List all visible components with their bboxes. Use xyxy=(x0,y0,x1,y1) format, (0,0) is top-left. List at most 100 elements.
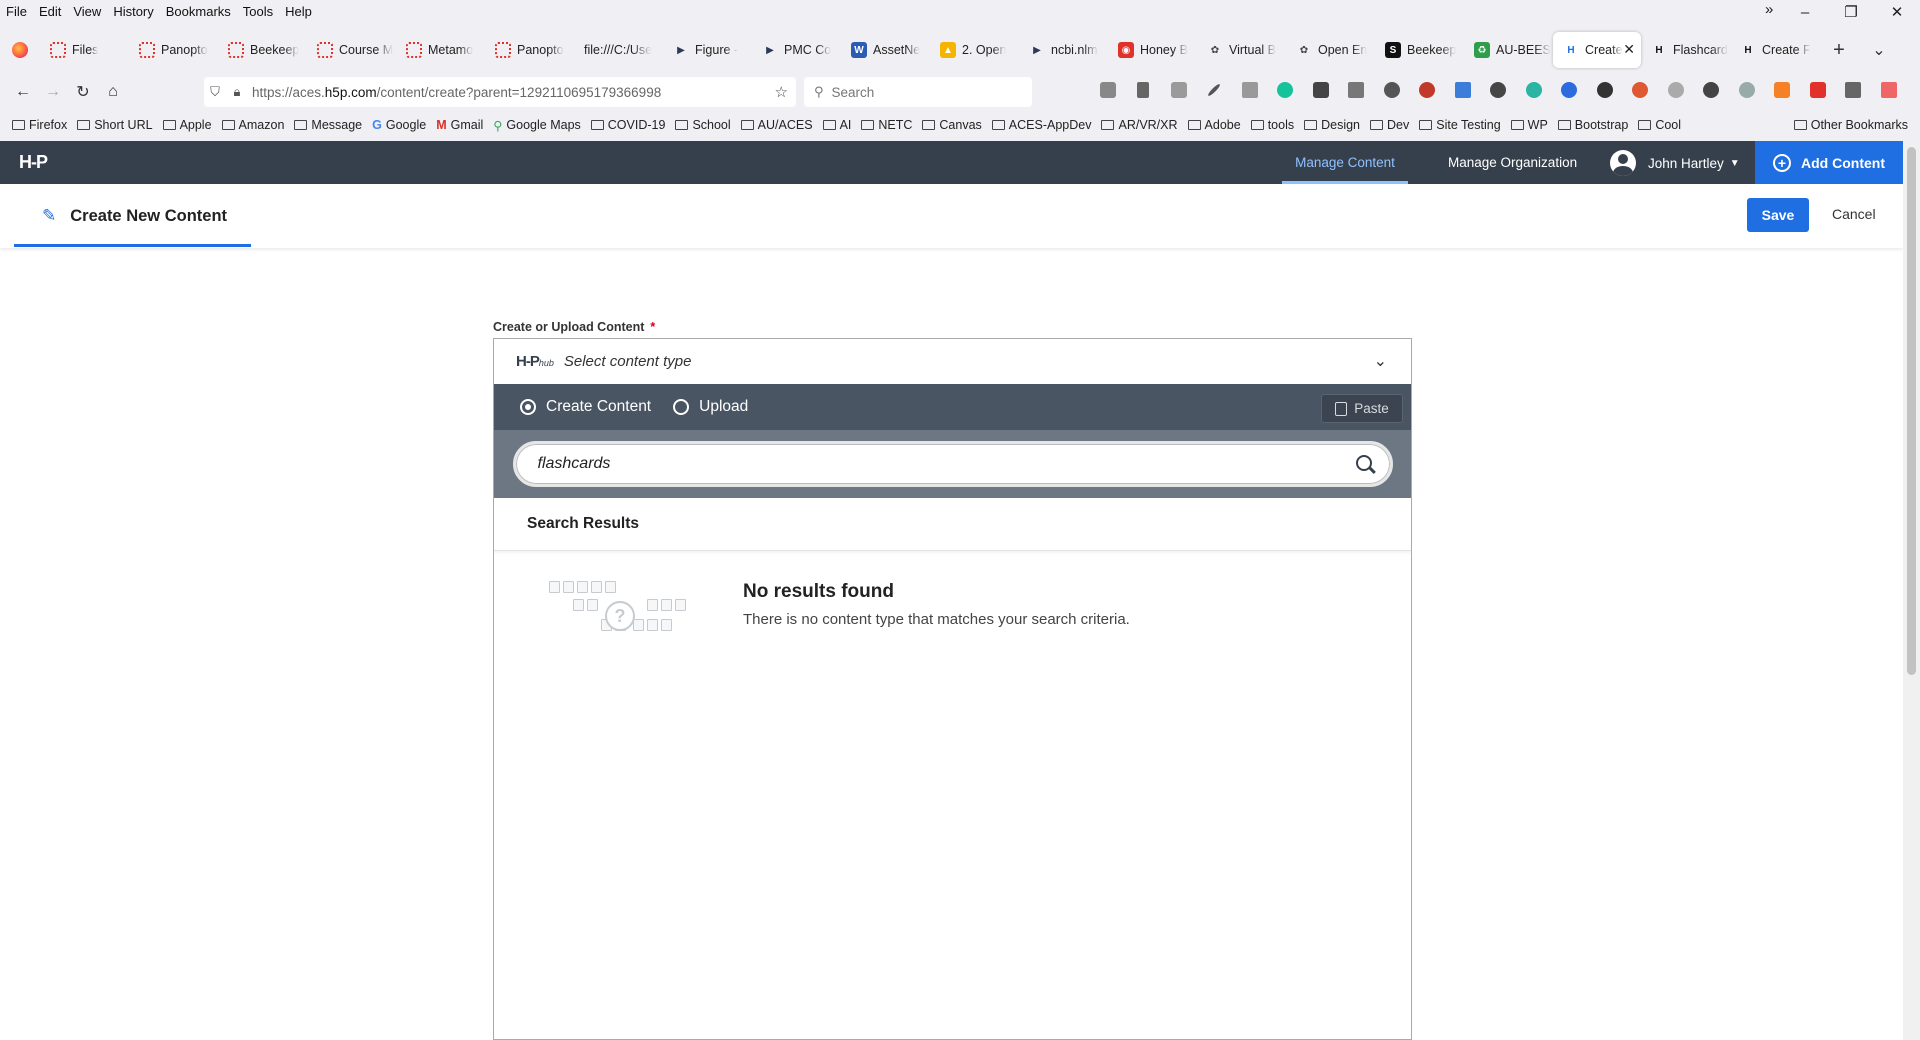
duckduckgo-icon[interactable] xyxy=(1623,82,1659,98)
bookmark-star-icon[interactable]: ☆ xyxy=(775,83,788,101)
forward-icon[interactable]: → xyxy=(38,83,68,101)
leaf-icon[interactable] xyxy=(1516,82,1552,98)
z-icon[interactable] xyxy=(1552,82,1588,98)
tab-1[interactable]: Panopto xyxy=(129,32,218,68)
minimize-icon[interactable]: – xyxy=(1782,0,1828,26)
tab-8[interactable]: ▶ PMC Co xyxy=(752,32,841,68)
h5p-logo[interactable]: H-P xyxy=(19,152,48,173)
reader-icon[interactable] xyxy=(1339,82,1375,98)
nav-manage-content[interactable]: Manage Content xyxy=(1282,141,1408,184)
orange-icon[interactable] xyxy=(1765,82,1801,98)
tab-12[interactable]: ◉ Honey B xyxy=(1108,32,1197,68)
bookmark-adobe[interactable]: Adobe xyxy=(1187,118,1241,132)
back-icon[interactable]: ← xyxy=(8,83,38,101)
list-tabs-icon[interactable]: ⌄ xyxy=(1859,40,1899,60)
bookmark-google-maps[interactable]: ⚲ Google Maps xyxy=(493,118,581,133)
bookmark-tools[interactable]: tools xyxy=(1250,118,1294,132)
puzzle-icon[interactable] xyxy=(1836,82,1872,98)
tab-0[interactable]: Files xyxy=(40,32,129,68)
bookmark-short-url[interactable]: Short URL xyxy=(77,118,153,132)
reload-icon[interactable]: ↻ xyxy=(68,82,98,102)
chevron-down-icon[interactable]: ⌄ xyxy=(1374,351,1387,371)
bookmark-dev[interactable]: Dev xyxy=(1370,118,1409,132)
bookmark-firefox[interactable]: Firefox xyxy=(12,118,67,132)
close-tab-icon[interactable]: ✕ xyxy=(1623,41,1635,58)
bookmark-message[interactable]: Message xyxy=(294,118,362,132)
paste-button[interactable]: Paste xyxy=(1321,394,1403,423)
tab-4[interactable]: Metamo xyxy=(396,32,485,68)
bookmark-cool[interactable]: Cool xyxy=(1638,118,1681,132)
grammarly-icon[interactable] xyxy=(1268,82,1304,98)
add-content-button[interactable]: + Add Content xyxy=(1755,141,1903,184)
restore-icon[interactable]: ❐ xyxy=(1828,0,1874,26)
menu-item-history[interactable]: History xyxy=(113,4,153,19)
scrollbar-thumb[interactable] xyxy=(1907,147,1916,675)
lock-icon[interactable]: 🔒︎ xyxy=(226,84,248,100)
bookmark-aces-appdev[interactable]: ACES-AppDev xyxy=(991,118,1091,132)
tab-18[interactable]: H Flashcard xyxy=(1641,32,1730,68)
extension-icon[interactable] xyxy=(1161,82,1197,98)
bookmarks-overflow-icon[interactable]: » xyxy=(1765,1,1773,18)
tab-3[interactable]: Course M xyxy=(307,32,396,68)
bookmark-ar-vr-xr[interactable]: AR/VR/XR xyxy=(1101,118,1178,132)
other-bookmarks[interactable]: Other Bookmarks xyxy=(1793,114,1908,136)
pill-icon[interactable] xyxy=(1729,82,1765,98)
wordpress-icon[interactable] xyxy=(1481,82,1517,98)
bookmark-ai[interactable]: AI xyxy=(822,118,851,132)
bookmark-au-aces[interactable]: AU/ACES xyxy=(740,118,813,132)
url-bar[interactable]: ⛉ 🔒︎ https://aces. h5p.com/content/create… xyxy=(204,77,796,107)
pocket-icon[interactable] xyxy=(1090,82,1126,98)
tab-15[interactable]: S Beekeep xyxy=(1375,32,1464,68)
bookmark-wp[interactable]: WP xyxy=(1510,118,1548,132)
menu-item-view[interactable]: View xyxy=(73,4,101,19)
home-icon[interactable]: ⌂ xyxy=(98,83,128,101)
triangle-icon[interactable] xyxy=(1445,82,1481,98)
search-icon[interactable] xyxy=(1355,455,1372,471)
bookmark-bootstrap[interactable]: Bootstrap xyxy=(1557,118,1628,132)
tab-17[interactable]: H Create ✕ xyxy=(1553,32,1641,68)
content-type-selector[interactable]: H-Phub Select content type ⌄ xyxy=(494,339,1411,384)
people-icon[interactable] xyxy=(1694,82,1730,98)
j-icon[interactable] xyxy=(1587,82,1623,98)
radio-create-content[interactable]: Create Content xyxy=(520,398,651,416)
globe-icon[interactable] xyxy=(1374,82,1410,98)
tab-2[interactable]: Beekeep xyxy=(218,32,307,68)
eyedropper-icon[interactable] xyxy=(1197,82,1233,98)
bookmark-amazon[interactable]: Amazon xyxy=(221,118,284,132)
tab-11[interactable]: ▶ ncbi.nlm xyxy=(1019,32,1108,68)
tab-9[interactable]: W AssetNe xyxy=(841,32,930,68)
library-icon[interactable] xyxy=(1126,82,1162,98)
menu-item-file[interactable]: File xyxy=(6,4,27,19)
tab-10[interactable]: ▲ 2. Open xyxy=(930,32,1019,68)
tab-19[interactable]: H Create F xyxy=(1730,32,1819,68)
user-menu[interactable]: John Hartley ▼ xyxy=(1610,150,1740,176)
menu-item-help[interactable]: Help xyxy=(285,4,312,19)
page-scrollbar[interactable] xyxy=(1903,141,1920,1040)
radio-upload[interactable]: Upload xyxy=(673,398,748,416)
menu-icon[interactable] xyxy=(1871,82,1907,98)
cancel-button[interactable]: Cancel xyxy=(1832,206,1876,222)
firefox-icon[interactable] xyxy=(0,42,40,58)
tab-14[interactable]: ✿ Open En xyxy=(1286,32,1375,68)
bookmark-apple[interactable]: Apple xyxy=(162,118,212,132)
bookmark-design[interactable]: Design xyxy=(1304,118,1360,132)
bookmark-site-testing[interactable]: Site Testing xyxy=(1419,118,1501,132)
browser-search[interactable]: ⚲ Search xyxy=(804,77,1032,107)
bookmark-canvas[interactable]: Canvas xyxy=(922,118,982,132)
shield-icon[interactable]: ⛉ xyxy=(204,84,226,100)
bookmark-school[interactable]: School xyxy=(675,118,731,132)
save-button[interactable]: Save xyxy=(1747,198,1809,232)
text-icon[interactable] xyxy=(1232,82,1268,98)
tools-icon[interactable] xyxy=(1410,82,1446,98)
search-input[interactable] xyxy=(537,455,1318,473)
bookmark-gmail[interactable]: M Gmail xyxy=(436,118,483,132)
red-c-icon[interactable] xyxy=(1800,82,1836,98)
bookmark-covid-19[interactable]: COVID-19 xyxy=(590,118,665,132)
tab-7[interactable]: ▶ Figure - xyxy=(663,32,752,68)
new-tab-icon[interactable]: + xyxy=(1819,39,1859,62)
nav-manage-organization[interactable]: Manage Organization xyxy=(1448,141,1577,184)
bookmark-netc[interactable]: NETC xyxy=(861,118,912,132)
menu-item-tools[interactable]: Tools xyxy=(243,4,273,19)
tab-16[interactable]: ♻ AU-BEES xyxy=(1464,32,1553,68)
close-window-icon[interactable]: ✕ xyxy=(1874,0,1920,26)
